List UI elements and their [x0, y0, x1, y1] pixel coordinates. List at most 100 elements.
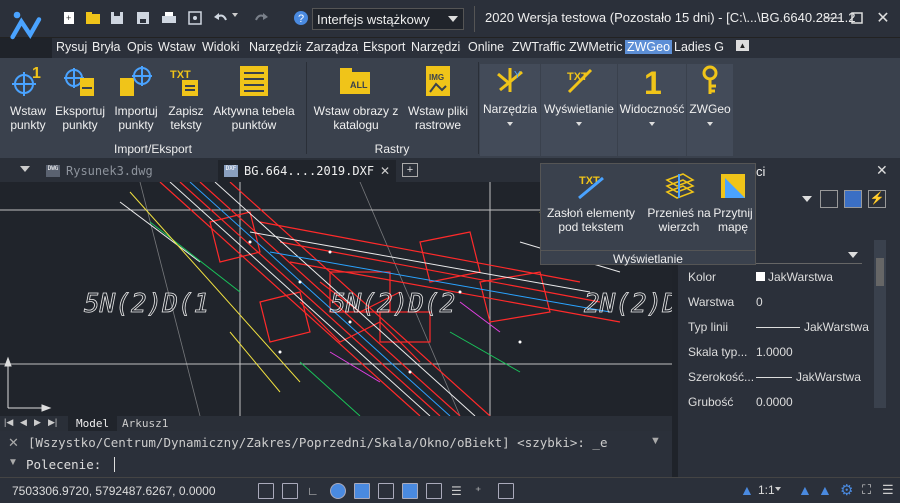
cmd-options-icon[interactable]: ▼: [8, 457, 18, 468]
auto-scale-icon[interactable]: ▲: [818, 482, 832, 498]
first-tab-icon[interactable]: |◀: [4, 417, 13, 428]
menu-zwmetric[interactable]: ZWMetric: [569, 40, 622, 54]
menu-zarzadzaj[interactable]: Zarządzaj: [306, 40, 358, 54]
grid-icon[interactable]: [258, 483, 274, 499]
fullscreen-icon[interactable]: ⛶: [862, 482, 871, 498]
close-tab-icon[interactable]: ✕: [380, 164, 390, 178]
settings-gear-icon[interactable]: ⚙: [840, 481, 853, 499]
prop-row-thickness[interactable]: Grubość 0.0000: [688, 395, 868, 419]
ribbon-collapse-icon[interactable]: ▲: [736, 40, 749, 51]
prop-row-linetype-scale[interactable]: Skala typ... 1.0000: [688, 345, 868, 369]
tab-list-icon[interactable]: [20, 166, 30, 172]
tab-model[interactable]: Model: [68, 416, 118, 431]
maximize-icon[interactable]: [846, 6, 868, 30]
print-icon[interactable]: [160, 9, 178, 27]
toggle-pickadd-icon[interactable]: [820, 190, 838, 208]
prop-row-linetype[interactable]: Typ linii JakWarstwa: [688, 320, 869, 344]
button-label: punkty: [10, 118, 46, 132]
insert-raster-files-button[interactable]: IMG Wstaw pliki rastrowe: [402, 64, 474, 132]
menu-narzedzia[interactable]: Narzędzia: [249, 40, 301, 54]
display-dropdown-button[interactable]: TXT Wyświetlanie: [541, 64, 617, 156]
button-label: Wstaw obrazy z: [313, 104, 399, 118]
export-points-button[interactable]: Eksportuj punkty: [52, 64, 108, 132]
transparency-icon[interactable]: ☰: [450, 483, 466, 499]
menu-zwgeo[interactable]: ZWGeo: [625, 40, 673, 54]
button-label: Importuj: [114, 104, 158, 118]
menu-ladies[interactable]: Ladies Gr: [674, 40, 724, 54]
selection-cycling-icon[interactable]: ⁺: [474, 483, 490, 499]
close-icon[interactable]: ✕: [872, 6, 894, 30]
insert-points-button[interactable]: 1 Wstaw punkty: [4, 64, 52, 132]
customize-icon[interactable]: ☰: [882, 482, 894, 498]
annotation-monitor-icon[interactable]: [498, 483, 514, 499]
save-as-icon[interactable]: [134, 9, 152, 27]
scrollbar-thumb[interactable]: [876, 258, 884, 286]
lineweight-icon[interactable]: [426, 483, 442, 499]
dynamic-input-icon[interactable]: [402, 483, 418, 499]
new-tab-icon[interactable]: +: [402, 163, 418, 177]
prop-row-lineweight[interactable]: Szerokość... JakWarstwa: [688, 370, 868, 394]
last-tab-icon[interactable]: ▶|: [48, 417, 57, 428]
annotation-visibility-icon[interactable]: ▲: [798, 482, 812, 498]
prop-row-layer[interactable]: Warstwa 0: [688, 295, 868, 319]
menu-narzedzia-2[interactable]: Narzędzia: [411, 40, 461, 54]
save-texts-icon: TXT: [170, 69, 198, 96]
prop-label: Skala typ...: [688, 345, 748, 359]
prop-label: Warstwa: [688, 295, 735, 309]
save-texts-button[interactable]: TXT Zapisz teksty: [164, 64, 208, 132]
menu-widoki[interactable]: Widoki: [202, 40, 240, 54]
active-points-table-button[interactable]: Aktywna tebela punktów: [208, 64, 300, 132]
minimize-icon[interactable]: —: [822, 6, 844, 30]
tab-rysunek3[interactable]: DWG Rysunek3.dwg: [40, 160, 159, 182]
help-icon[interactable]: ?: [292, 9, 310, 27]
scrollbar[interactable]: [874, 240, 886, 408]
close-panel-icon[interactable]: ✕: [876, 162, 888, 179]
zwgeo-dropdown-button[interactable]: ZWGeo: [687, 64, 733, 156]
save-icon[interactable]: [108, 9, 126, 27]
button-label: Przytnij: [713, 206, 753, 220]
object-snap-icon[interactable]: [354, 483, 370, 499]
menu-zwtraffic[interactable]: ZWTraffic: [512, 40, 565, 54]
chevron-down-icon[interactable]: [775, 487, 781, 491]
drawing-text-3: 2N(2)D: [584, 289, 672, 319]
annotation-scale-value[interactable]: 1:1: [758, 483, 775, 497]
workspace-select[interactable]: Interfejs wstążkowy: [312, 8, 464, 30]
mask-under-text-button[interactable]: TXT Zasłoń elementy pod tekstem: [545, 170, 637, 234]
annotation-scale-icon[interactable]: ▲: [740, 482, 754, 498]
tab-arkusz1[interactable]: Arkusz1: [116, 416, 174, 431]
menu-bryla[interactable]: Bryła: [92, 40, 120, 54]
history-expand-icon[interactable]: ▼: [650, 435, 661, 447]
selection-dropdown-icon[interactable]: [802, 196, 812, 202]
object-snap-tracking-icon[interactable]: [378, 483, 394, 499]
ortho-icon[interactable]: ∟: [306, 483, 322, 499]
menu-eksport[interactable]: Eksport: [363, 40, 405, 54]
new-icon[interactable]: +: [60, 9, 78, 27]
next-tab-icon[interactable]: ▶: [34, 417, 41, 428]
undo-dropdown-icon[interactable]: [232, 13, 238, 17]
bring-to-front-button[interactable]: Przenieś na wierzch: [647, 170, 711, 234]
plot-preview-icon[interactable]: [186, 9, 204, 27]
tools-dropdown-button[interactable]: Y Narzędzia: [480, 64, 540, 156]
clip-map-button[interactable]: Przytnij mapę: [711, 170, 755, 234]
command-input[interactable]: Polecenie:: [22, 455, 672, 475]
polar-tracking-icon[interactable]: [330, 483, 346, 499]
menu-opis[interactable]: Opis: [127, 40, 153, 54]
points-table-icon: [240, 66, 268, 96]
close-cmd-icon[interactable]: ✕: [8, 435, 19, 451]
tab-bg-dxf[interactable]: DXF BG.664....2019.DXF ✕: [218, 160, 397, 182]
prop-row-color[interactable]: Kolor JakWarstwa: [688, 270, 868, 294]
menu-wstaw[interactable]: Wstaw: [158, 40, 196, 54]
visibility-dropdown-button[interactable]: 1 Widoczność: [618, 64, 686, 156]
menu-rysuj[interactable]: Rysuj: [56, 40, 87, 54]
menu-online[interactable]: Online: [468, 40, 504, 54]
open-icon[interactable]: [84, 9, 102, 27]
undo-icon[interactable]: [212, 9, 230, 27]
import-points-button[interactable]: Importuj punkty: [110, 64, 162, 132]
coordinates-readout[interactable]: 7503306.9720, 5792487.6267, 0.0000: [12, 484, 216, 498]
redo-icon[interactable]: [252, 9, 270, 27]
select-objects-icon[interactable]: [844, 190, 862, 208]
quick-select-icon[interactable]: ⚡: [868, 190, 886, 208]
prev-tab-icon[interactable]: ◀: [20, 417, 27, 428]
snap-icon[interactable]: [282, 483, 298, 499]
insert-images-from-folder-button[interactable]: ALL Wstaw obrazy z katalogu: [312, 64, 400, 132]
